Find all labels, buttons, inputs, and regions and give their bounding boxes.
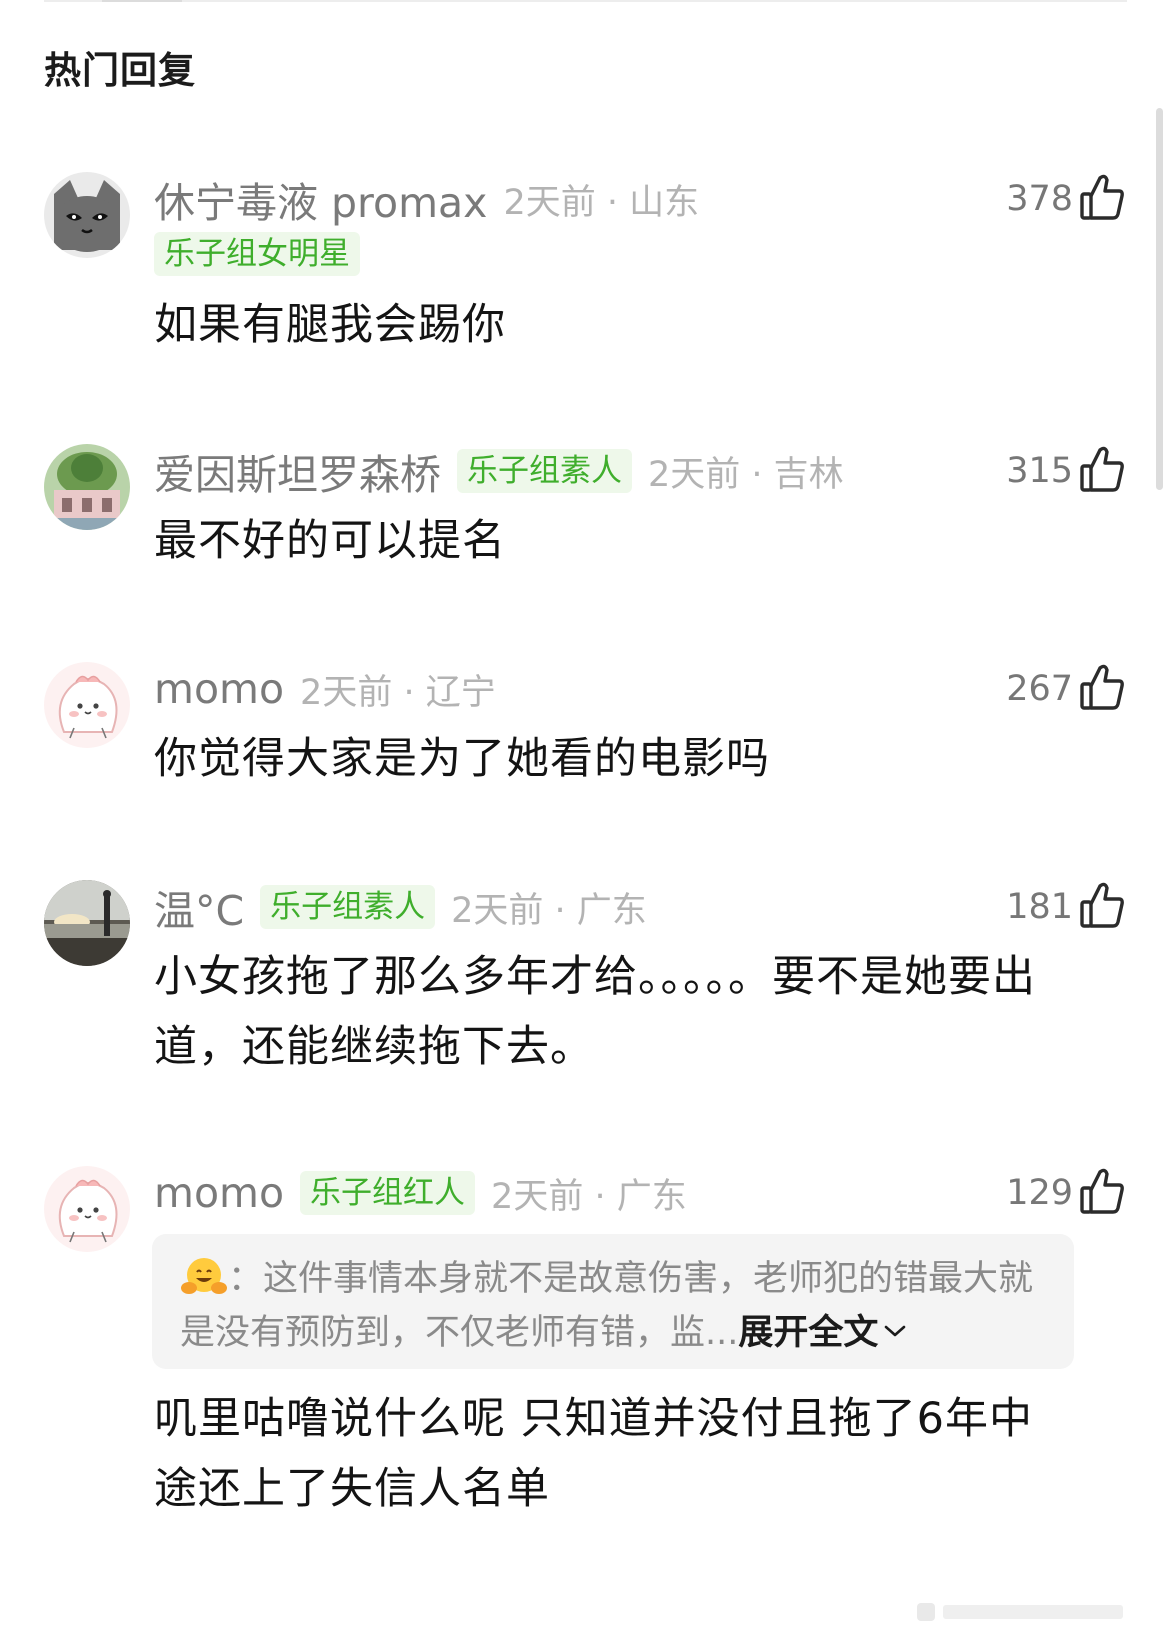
time-location: 2天前 · 广东 <box>491 1176 687 1217</box>
time-location: 2天前 · 广东 <box>451 890 647 931</box>
thumbs-up-icon[interactable] <box>1079 662 1125 712</box>
comment-header: momo 乐子组红人 2天前 · 广东 <box>154 1168 687 1218</box>
comment-text: 小女孩拖了那么多年才给。。。。。要不是她要出道，还能继续拖下去。 <box>154 952 1036 1072</box>
like-count: 378 <box>1006 179 1073 219</box>
comment-header: momo 2天前 · 辽宁 <box>154 664 496 714</box>
comment-text: 最不好的可以提名 <box>154 516 506 566</box>
user-badge: 乐子组素人 <box>457 449 632 493</box>
username[interactable]: 爱因斯坦罗森桥 <box>154 441 441 501</box>
thumbs-up-icon[interactable] <box>1079 880 1125 930</box>
avatar[interactable] <box>44 172 130 258</box>
hugging-face-emoji-icon <box>180 1256 228 1296</box>
avatar[interactable] <box>44 444 130 530</box>
sunset-photo-avatar-icon <box>44 880 130 966</box>
comment-text: 如果有腿我会踢你 <box>154 300 506 350</box>
username[interactable]: 休宁毒液 promax <box>154 169 487 229</box>
quoted-reply[interactable]: ：这件事情本身就不是故意伤害，老师犯的错最大就是没有预防到，不仅老师有错，监..… <box>152 1234 1074 1369</box>
quoted-reply-text: ：这件事情本身就不是故意伤害，老师犯的错最大就是没有预防到，不仅老师有错，监..… <box>180 1254 1050 1358</box>
like-count: 181 <box>1006 887 1073 927</box>
section-title: 热门回复 <box>44 49 196 92</box>
comment-text: 叽里咕噜说什么呢 只知道并没付且拖了6年中途还上了失信人名单 <box>154 1394 1034 1514</box>
username[interactable]: momo <box>154 665 284 713</box>
expand-label: 展开全文 <box>738 1313 879 1353</box>
thumbs-up-icon[interactable] <box>1079 444 1125 494</box>
pink-bun-avatar-icon <box>44 1166 130 1252</box>
user-badge: 乐子组女明星 <box>154 232 360 276</box>
time-location: 2天前 · 辽宁 <box>300 672 496 713</box>
time-location: 2天前 · 山东 <box>503 182 700 223</box>
pink-bun-avatar-icon <box>44 662 130 748</box>
thumbs-up-icon[interactable] <box>1079 1166 1125 1216</box>
time-location: 2天前 · 吉林 <box>648 454 844 495</box>
chevron-down-icon <box>882 1304 908 1337</box>
top-divider <box>44 0 1127 2</box>
username[interactable]: momo <box>154 1169 284 1217</box>
thumbs-up-icon[interactable] <box>1079 172 1125 222</box>
watermark-logo-icon <box>917 1603 1123 1621</box>
comment-text: 你觉得大家是为了她看的电影吗 <box>154 734 770 784</box>
avatar[interactable] <box>44 662 130 748</box>
avatar[interactable] <box>44 880 130 966</box>
user-badge: 乐子组红人 <box>300 1171 476 1215</box>
username[interactable]: 温°C <box>154 877 244 937</box>
comment-header: 休宁毒液 promax 2天前 · 山东 <box>154 174 700 227</box>
avatar[interactable] <box>44 1166 130 1252</box>
like-count: 129 <box>1006 1173 1073 1213</box>
like-count: 315 <box>1006 451 1073 491</box>
comment-header: 温°C 乐子组素人 2天前 · 广东 <box>154 882 647 935</box>
expand-full-text-link[interactable]: 展开全文 <box>738 1313 908 1353</box>
scrollbar[interactable] <box>1156 108 1163 490</box>
gray-cat-avatar-icon <box>44 172 130 258</box>
like-count: 267 <box>1006 669 1073 709</box>
tab-indicator <box>102 0 182 2</box>
user-badge: 乐子组素人 <box>260 885 436 929</box>
comment-header: 爱因斯坦罗森桥 乐子组素人 2天前 · 吉林 <box>154 446 844 499</box>
building-photo-avatar-icon <box>44 444 130 530</box>
